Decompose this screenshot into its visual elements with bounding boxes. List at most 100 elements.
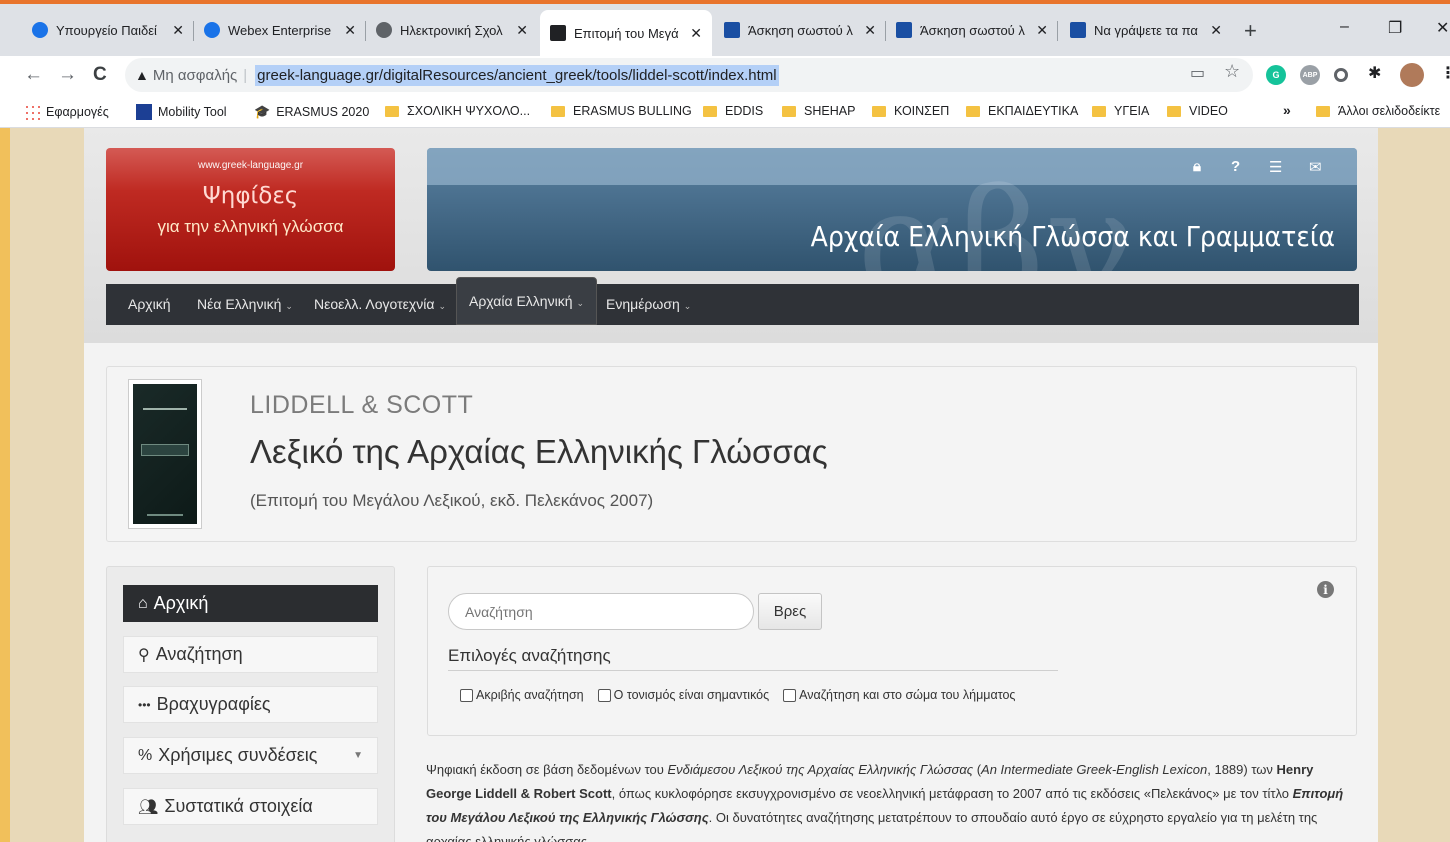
browser-tab[interactable]: Να γράψετε τα πα ✕ bbox=[1060, 10, 1232, 50]
bookmark-folder[interactable]: ΕΚΠΑΙΔΕΥΤΙΚΑ bbox=[966, 104, 1078, 118]
site-logo[interactable]: www.greek-language.gr Ψηφίδες για την ελ… bbox=[106, 148, 395, 271]
help-icon[interactable]: ? bbox=[1231, 158, 1240, 175]
nav-modern-literature[interactable]: Νεοελλ. Λογοτεχνία ⌄ bbox=[314, 296, 446, 312]
grammarly-extension-icon[interactable]: G bbox=[1266, 65, 1286, 85]
option-exact-search[interactable]: Ακριβής αναζήτηση bbox=[460, 688, 584, 702]
logo-subtitle: για την ελληνική γλώσσα bbox=[157, 217, 344, 236]
checkbox[interactable] bbox=[460, 688, 473, 702]
tab-close-icon[interactable]: ✕ bbox=[1036, 22, 1048, 39]
sidebar-item-abbreviations[interactable]: ••• Βραχυγραφίες bbox=[123, 686, 378, 723]
ellipsis-icon: ••• bbox=[138, 697, 151, 712]
option-search-body[interactable]: Αναζήτηση και στο σώμα του λήμματος bbox=[783, 688, 1015, 702]
folder-icon bbox=[1167, 105, 1181, 117]
forward-button[interactable]: → bbox=[58, 64, 77, 86]
bookmark-label: Mobility Tool bbox=[158, 105, 227, 119]
sidebar-item-home[interactable]: ⌂ Αρχική bbox=[123, 585, 378, 622]
tab-close-icon[interactable]: ✕ bbox=[516, 22, 528, 39]
extension-circle-icon[interactable] bbox=[1334, 68, 1348, 82]
more-bookmarks-button[interactable]: » bbox=[1283, 102, 1291, 118]
search-options-title: Επιλογές αναζήτησης bbox=[448, 646, 1058, 671]
bookmark-folder[interactable]: EDDIS bbox=[703, 104, 763, 118]
tab-title: Ηλεκτρονική Σχολ bbox=[400, 22, 503, 38]
back-button[interactable]: ← bbox=[24, 64, 43, 86]
banner-watermark: αβγ bbox=[857, 158, 1135, 271]
option-accent-sensitive[interactable]: Ο τονισμός είναι σημαντικός bbox=[597, 688, 769, 702]
bookmark-folder[interactable]: ΥΓΕΙΑ bbox=[1092, 104, 1149, 118]
tab-close-icon[interactable]: ✕ bbox=[864, 22, 876, 39]
sidebar-item-useful-links[interactable]: % Χρήσιμες συνδέσεις ▼ bbox=[123, 737, 378, 774]
nav-home[interactable]: Αρχική bbox=[128, 296, 171, 312]
bookmark-folder[interactable]: VIDEO bbox=[1167, 104, 1228, 118]
search-button[interactable]: Βρες bbox=[758, 593, 822, 630]
logo-title: Ψηφίδες bbox=[202, 183, 299, 209]
browser-tab-active[interactable]: Επιτομή του Μεγά ✕ bbox=[540, 10, 712, 56]
description-text: ( bbox=[973, 762, 982, 777]
adblock-extension-icon[interactable]: ABP bbox=[1300, 65, 1320, 85]
tab-close-icon[interactable]: ✕ bbox=[344, 22, 356, 39]
new-tab-button[interactable]: + bbox=[1244, 18, 1257, 44]
browser-tab[interactable]: Υπουργείο Παιδεί ✕ bbox=[22, 10, 194, 50]
bookmark-mobility-tool[interactable]: Mobility Tool bbox=[136, 104, 227, 120]
info-icon[interactable]: i bbox=[1317, 581, 1334, 598]
bookmark-label: Άλλοι σελιδοδείκτε bbox=[1338, 104, 1441, 118]
option-label: Αναζήτηση και στο σώμα του λήμματος bbox=[799, 688, 1016, 702]
bookmark-erasmus-2020[interactable]: 🎓 ERASMUS 2020 bbox=[254, 104, 369, 120]
nav-label: Αρχική bbox=[128, 296, 171, 312]
tab-title: Να γράψετε τα πα bbox=[1094, 22, 1198, 38]
bookmark-label: ΥΓΕΙΑ bbox=[1114, 104, 1150, 118]
bookmark-folder[interactable]: ΣΧΟΛΙΚΗ ΨΥΧΟΛΟ... bbox=[385, 104, 530, 118]
tab-close-icon[interactable]: ✕ bbox=[172, 22, 184, 39]
checkbox[interactable] bbox=[783, 688, 797, 702]
lock-icon[interactable]: 🔒︎ bbox=[1193, 158, 1201, 175]
sidebar-item-label: Βραχυγραφίες bbox=[156, 694, 271, 714]
tab-strip: Υπουργείο Παιδεί ✕ Webex Enterprise ✕ Ηλ… bbox=[0, 4, 1450, 56]
bookmark-folder[interactable]: SHEHAP bbox=[782, 104, 855, 118]
address-bar[interactable]: ▲ Μη ασφαλής | greek-language.gr/digital… bbox=[125, 58, 1253, 92]
minimize-button[interactable]: – bbox=[1340, 18, 1349, 36]
browser-tab[interactable]: Webex Enterprise ✕ bbox=[194, 10, 366, 50]
cast-icon[interactable]: ▭ bbox=[1190, 63, 1205, 83]
site-favicon-icon bbox=[724, 22, 740, 38]
bookmark-apps[interactable]: Εφαρμογές bbox=[24, 104, 109, 120]
url-text[interactable]: greek-language.gr/digitalResources/ancie… bbox=[255, 64, 779, 86]
browser-tab[interactable]: Ηλεκτρονική Σχολ ✕ bbox=[366, 10, 538, 50]
close-window-button[interactable]: ✕ bbox=[1436, 18, 1449, 38]
description-italic: Ενδιάμεσου Λεξικού της Αρχαίας Ελληνικής… bbox=[667, 762, 974, 777]
search-input[interactable] bbox=[448, 593, 754, 630]
checkbox[interactable] bbox=[597, 688, 611, 702]
extensions-puzzle-icon[interactable]: ✱ bbox=[1368, 63, 1381, 83]
profile-avatar[interactable] bbox=[1400, 63, 1424, 87]
bookmark-label: ERASMUS 2020 bbox=[276, 105, 370, 119]
nav-label: Αρχαία Ελληνική bbox=[469, 293, 573, 309]
browser-tab[interactable]: Άσκηση σωστού λ ✕ bbox=[886, 10, 1058, 50]
bookmark-folder[interactable]: ΚΟΙΝΣΕΠ bbox=[872, 104, 949, 118]
nav-news[interactable]: Ενημέρωση ⌄ bbox=[606, 296, 691, 312]
chevron-down-icon: ⌄ bbox=[576, 298, 585, 308]
bookmark-star-icon[interactable]: ☆ bbox=[1224, 61, 1240, 82]
sidebar-item-search[interactable]: ⚲ Αναζήτηση bbox=[123, 636, 378, 673]
bookmark-folder[interactable]: ERASMUS BULLING bbox=[551, 104, 692, 118]
page-viewport: www.greek-language.gr Ψηφίδες για την ελ… bbox=[0, 128, 1450, 842]
list-icon[interactable]: ☰ bbox=[1269, 158, 1282, 176]
other-bookmarks[interactable]: Άλλοι σελιδοδείκτε bbox=[1316, 104, 1440, 118]
page-edge bbox=[0, 128, 10, 842]
site-container: www.greek-language.gr Ψηφίδες για την ελ… bbox=[84, 128, 1378, 842]
reload-button[interactable]: C bbox=[93, 64, 107, 86]
warning-icon[interactable]: ▲ bbox=[135, 67, 149, 83]
bookmark-label: ERASMUS BULLING bbox=[573, 104, 692, 118]
description-text: Ψηφιακή έκδοση σε βάση δεδομένων του bbox=[426, 762, 668, 777]
menu-kebab-icon[interactable]: ⋮ bbox=[1440, 63, 1450, 83]
folder-icon bbox=[551, 105, 565, 117]
browser-tab[interactable]: Άσκηση σωστού λ ✕ bbox=[714, 10, 886, 50]
tab-close-icon[interactable]: ✕ bbox=[1210, 22, 1222, 39]
mail-icon[interactable]: ✉ bbox=[1309, 158, 1322, 176]
nav-ancient-greek[interactable]: Αρχαία Ελληνική ⌄ bbox=[456, 277, 598, 325]
folder-icon bbox=[1316, 105, 1330, 117]
tab-close-icon[interactable]: ✕ bbox=[690, 25, 702, 42]
security-status[interactable]: Μη ασφαλής bbox=[153, 67, 237, 84]
dictionary-description: Ψηφιακή έκδοση σε βάση δεδομένων του Ενδ… bbox=[426, 758, 1361, 842]
sidebar-item-components[interactable]: 👥︎ Συστατικά στοιχεία bbox=[123, 788, 378, 825]
search-options: Ακριβής αναζήτηση Ο τονισμός είναι σημαν… bbox=[460, 688, 1029, 702]
maximize-button[interactable]: ❐ bbox=[1388, 18, 1402, 38]
nav-modern-greek[interactable]: Νέα Ελληνική ⌄ bbox=[197, 296, 293, 312]
